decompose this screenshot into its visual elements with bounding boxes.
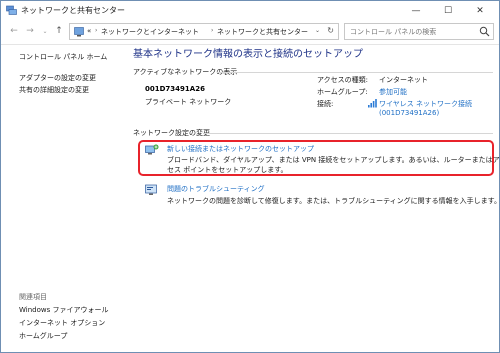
breadcrumb-separator-icon[interactable]: › bbox=[95, 27, 97, 34]
control-panel-icon bbox=[74, 27, 84, 37]
forward-arrow-icon[interactable]: → bbox=[23, 24, 37, 38]
main-content: 基本ネットワーク情報の表示と接続のセットアップ アクティブなネットワークの表示 … bbox=[127, 45, 500, 352]
access-type-label: アクセスの種類: bbox=[317, 76, 369, 84]
address-dropdown-icon[interactable]: ⌄ bbox=[315, 27, 320, 34]
close-button[interactable]: ✕ bbox=[465, 1, 495, 21]
network-type-link[interactable]: プライベート ネットワーク bbox=[145, 97, 231, 107]
new-connection-link[interactable]: 新しい接続またはネットワークのセットアップ bbox=[167, 144, 314, 154]
section-divider bbox=[203, 133, 493, 134]
search-input[interactable]: コントロール パネルの検索 bbox=[350, 27, 436, 37]
sidebar-item-windows-firewall[interactable]: Windows ファイアウォール bbox=[19, 305, 108, 315]
minimize-button[interactable]: — bbox=[401, 1, 431, 21]
up-arrow-icon[interactable]: ↑ bbox=[52, 24, 66, 38]
connection-link-ssid[interactable]: (001D73491A26) bbox=[379, 109, 439, 117]
change-settings-heading: ネットワーク設定の変更 bbox=[133, 129, 210, 137]
new-connection-icon bbox=[145, 144, 159, 155]
navigation-bar: ← → ⌄ ↑ « › ネットワークとインターネット › ネットワークと共有セン… bbox=[1, 21, 499, 43]
breadcrumb-separator-icon[interactable]: › bbox=[211, 27, 213, 34]
sidebar-item-advanced-sharing[interactable]: 共有の詳細設定の変更 bbox=[19, 85, 89, 95]
refresh-icon[interactable]: ↻ bbox=[327, 26, 334, 35]
troubleshoot-icon bbox=[145, 184, 157, 195]
breadcrumb-network-sharing-center[interactable]: ネットワークと共有センター bbox=[217, 27, 308, 37]
new-connection-description: ブロードバンド、ダイヤルアップ、または VPN 接続をセットアップします。あるい… bbox=[167, 156, 500, 174]
recent-chevron-down-icon[interactable]: ⌄ bbox=[38, 24, 52, 38]
sidebar-item-control-panel-home[interactable]: コントロール パネル ホーム bbox=[19, 52, 107, 62]
search-box[interactable]: コントロール パネルの検索 bbox=[344, 23, 494, 40]
network-center-icon bbox=[6, 5, 17, 15]
section-divider bbox=[217, 72, 493, 73]
maximize-button[interactable]: ☐ bbox=[433, 1, 463, 21]
sidebar-item-homegroup[interactable]: ホームグループ bbox=[19, 331, 67, 341]
search-icon[interactable] bbox=[479, 26, 490, 37]
network-name: 001D73491A26 bbox=[145, 85, 205, 93]
breadcrumb-network-internet[interactable]: ネットワークとインターネット bbox=[101, 27, 199, 37]
troubleshoot-description: ネットワークの問題を診断して修復します。または、トラブルシューティングに関する情… bbox=[167, 197, 500, 205]
sidebar-item-internet-options[interactable]: インターネット オプション bbox=[19, 318, 105, 328]
address-bar[interactable]: « › ネットワークとインターネット › ネットワークと共有センター ⌄ ↻ bbox=[69, 23, 339, 40]
connection-label: 接続: bbox=[317, 100, 334, 108]
wifi-signal-icon bbox=[368, 99, 377, 108]
window: ネットワークと共有センター — ☐ ✕ ← → ⌄ ↑ « › ネットワークとイ… bbox=[0, 0, 500, 353]
page-title: 基本ネットワーク情報の表示と接続のセットアップ bbox=[133, 49, 363, 60]
related-heading: 関連項目 bbox=[19, 293, 47, 301]
back-arrow-icon[interactable]: ← bbox=[7, 24, 21, 38]
troubleshoot-link[interactable]: 問題のトラブルシューティング bbox=[167, 184, 265, 194]
window-title: ネットワークと共有センター bbox=[21, 6, 125, 15]
homegroup-label: ホームグループ: bbox=[317, 88, 368, 96]
left-pane: コントロール パネル ホーム アダプターの設定の変更 共有の詳細設定の変更 関連… bbox=[1, 45, 126, 352]
connection-link[interactable]: ワイヤレス ネットワーク接続 bbox=[379, 99, 472, 109]
homegroup-link[interactable]: 参加可能 bbox=[379, 87, 407, 97]
breadcrumb-overflow[interactable]: « bbox=[87, 27, 91, 35]
sidebar-item-adapter-settings[interactable]: アダプターの設定の変更 bbox=[19, 73, 96, 83]
access-type-value: インターネット bbox=[379, 76, 428, 84]
title-bar: ネットワークと共有センター — ☐ ✕ bbox=[1, 1, 499, 21]
